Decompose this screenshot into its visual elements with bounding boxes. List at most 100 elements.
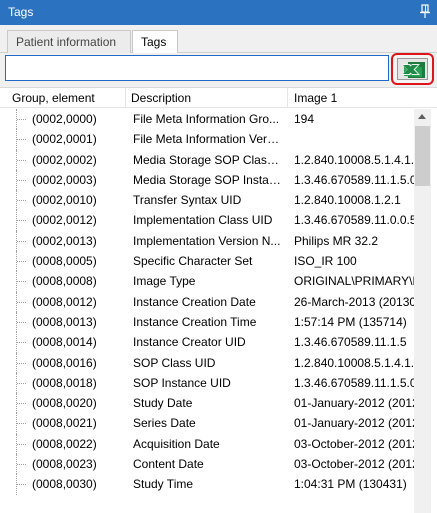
tree-connector-icon	[16, 454, 26, 475]
table-row[interactable]: (0008,0016) SOP Class UID 1.2.840.10008.5.…	[0, 352, 414, 373]
table-row[interactable]: (0002,0010) Transfer Syntax UID 1.2.840.10…	[0, 190, 414, 211]
column-separator[interactable]	[287, 88, 288, 108]
tree-connector-icon	[16, 190, 26, 211]
row-value: 1.3.46.670589.11.0.0.51	[294, 213, 414, 228]
row-group-element: (0008,0022)	[32, 436, 97, 451]
column-separator[interactable]	[125, 88, 126, 108]
row-value: 03-October-2012 (2012	[294, 457, 414, 472]
tree-connector-icon	[16, 109, 26, 130]
table-row[interactable]: (0008,0020) Study Date 01-January-2012 (20…	[0, 393, 414, 414]
row-value: 1.3.46.670589.11.1.5	[294, 335, 407, 350]
row-description: Series Date	[133, 416, 196, 431]
row-description: Specific Character Set	[133, 254, 253, 269]
column-header-group[interactable]: Group, element	[12, 91, 95, 105]
tree-connector-icon	[16, 311, 26, 333]
row-value: 1.3.46.670589.11.1.5.0.7	[294, 172, 414, 187]
search-input[interactable]	[5, 55, 389, 81]
row-group-element: (0008,0013)	[32, 314, 97, 329]
tree-connector-icon	[16, 413, 26, 434]
row-description: Instance Creator UID	[133, 335, 246, 350]
row-group-element: (0002,0003)	[32, 172, 97, 187]
table-row[interactable]: (0002,0003) Media Storage SOP Instan... 1.…	[0, 169, 414, 191]
tab-tags[interactable]: Tags	[132, 30, 178, 54]
row-description: Implementation Version N...	[133, 233, 281, 248]
tree-connector-icon	[16, 433, 26, 455]
table-row[interactable]: (0002,0002) Media Storage SOP Class ... 1.…	[0, 149, 414, 170]
export-button[interactable]	[391, 53, 434, 85]
table-row[interactable]: (0008,0018) SOP Instance UID 1.3.46.670589…	[0, 372, 414, 394]
row-description: SOP Instance UID	[133, 375, 231, 390]
tab-patient-information[interactable]: Patient information	[7, 30, 131, 53]
row-value: 1.3.46.670589.11.1.5.0.7	[294, 375, 414, 390]
tab-strip: Patient information Tags	[0, 25, 437, 54]
row-value: 03-October-2012 (2012	[294, 436, 414, 451]
tree-connector-icon	[16, 230, 26, 252]
tree-connector-icon	[16, 332, 26, 353]
table-row[interactable]: (0008,0030) Study Time 1:04:31 PM (130431)	[0, 474, 414, 495]
row-value: 26-March-2013 (20130	[294, 294, 414, 309]
table-row[interactable]: (0002,0000) File Meta Information Gro... 1…	[0, 109, 414, 130]
tree-connector-icon	[16, 149, 26, 170]
row-group-element: (0002,0013)	[32, 233, 97, 248]
row-value: 1:04:31 PM (130431)	[294, 477, 407, 492]
grid-header: Group, element Description Image 1	[0, 88, 437, 108]
tree-connector-icon	[16, 393, 26, 414]
table-row[interactable]: (0002,0013) Implementation Version N... Ph…	[0, 230, 414, 252]
table-row[interactable]: (0008,0023) Content Date 03-October-2012 (…	[0, 454, 414, 475]
row-description: Media Storage SOP Class ...	[133, 152, 281, 167]
table-row[interactable]: (0008,0008) Image Type ORIGINAL\PRIMARY\P	[0, 271, 414, 292]
grid-rows: (0002,0000) File Meta Information Gro... 1…	[0, 109, 414, 513]
tree-connector-icon	[16, 169, 26, 191]
scrollbar-thumb[interactable]	[415, 126, 430, 186]
row-group-element: (0002,0010)	[32, 193, 97, 208]
row-value: 1.2.840.10008.1.2.1	[294, 193, 401, 208]
column-header-description[interactable]: Description	[131, 91, 191, 105]
row-group-element: (0008,0016)	[32, 355, 97, 370]
scroll-up-arrow-icon[interactable]	[418, 114, 426, 119]
row-description: Study Date	[133, 396, 193, 411]
tree-connector-icon	[16, 291, 26, 312]
row-group-element: (0008,0023)	[32, 457, 97, 472]
row-group-element: (0002,0000)	[32, 112, 97, 126]
panel-title: Tags	[8, 5, 34, 19]
column-header-image[interactable]: Image 1	[294, 91, 337, 105]
row-group-element: (0008,0014)	[32, 335, 97, 350]
tree-connector-icon	[16, 372, 26, 394]
tags-grid: Group, element Description Image 1 (0002…	[0, 87, 437, 513]
row-group-element: (0008,0020)	[32, 396, 97, 411]
row-description: Transfer Syntax UID	[133, 193, 242, 208]
row-group-element: (0002,0012)	[32, 213, 97, 228]
table-row[interactable]: (0002,0001) File Meta Information Vers...	[0, 129, 414, 150]
row-description: SOP Class UID	[133, 355, 216, 370]
row-group-element: (0008,0005)	[32, 254, 97, 269]
table-row[interactable]: (0008,0005) Specific Character Set ISO_IR …	[0, 251, 414, 272]
row-value: 1:57:14 PM (135714)	[294, 314, 407, 329]
row-value: 01-January-2012 (2012	[294, 396, 414, 411]
tree-connector-icon	[16, 474, 26, 495]
row-description: Study Time	[133, 477, 194, 492]
row-value: ISO_IR 100	[294, 254, 357, 269]
row-value: 194	[294, 112, 315, 126]
panel-titlebar: Tags	[0, 0, 437, 25]
table-row[interactable]: (0008,0013) Instance Creation Time 1:57:14…	[0, 311, 414, 333]
excel-export-icon	[402, 62, 425, 78]
tree-connector-icon	[16, 210, 26, 231]
search-bar	[0, 53, 437, 87]
row-description: Content Date	[133, 457, 204, 472]
table-row[interactable]: (0008,0022) Acquisition Date 03-October-20…	[0, 433, 414, 455]
pin-icon[interactable]	[419, 4, 431, 18]
row-value: Philips MR 32.2	[294, 233, 379, 248]
row-group-element: (0008,0030)	[32, 477, 97, 492]
row-group-element: (0002,0001)	[32, 132, 97, 147]
table-row[interactable]: (0008,0021) Series Date 01-January-2012 (2…	[0, 413, 414, 434]
table-row[interactable]: (0002,0012) Implementation Class UID 1.3.4…	[0, 210, 414, 231]
table-row[interactable]: (0008,0012) Instance Creation Date 26-Marc…	[0, 291, 414, 312]
row-description: Instance Creation Time	[133, 314, 257, 329]
row-description: Acquisition Date	[133, 436, 220, 451]
row-description: Image Type	[133, 274, 196, 289]
tree-connector-icon	[16, 271, 26, 292]
table-row[interactable]: (0008,0014) Instance Creator UID 1.3.46.67…	[0, 332, 414, 353]
tree-connector-icon	[16, 129, 26, 150]
vertical-scrollbar[interactable]	[414, 109, 431, 513]
row-value: ORIGINAL\PRIMARY\P	[294, 274, 414, 289]
